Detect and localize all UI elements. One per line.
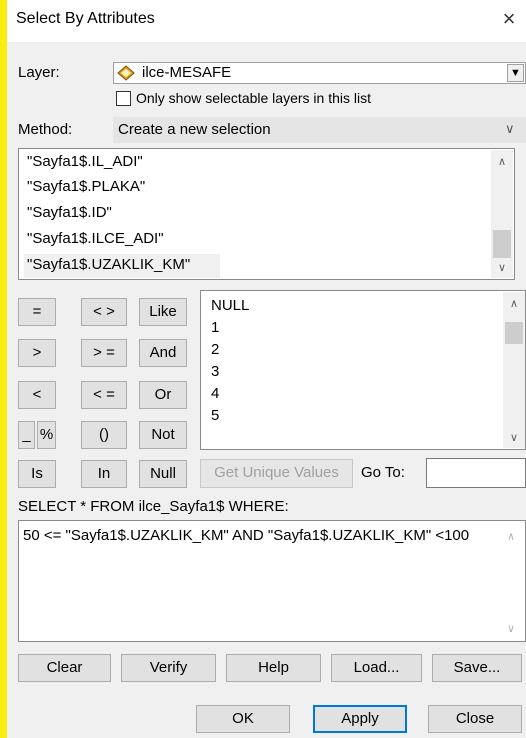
help-button[interactable]: Help [226,654,321,682]
ok-button[interactable]: OK [196,705,290,733]
field-item[interactable]: "Sayfa1$.ID" [27,204,112,221]
values-list-scrollbar[interactable]: ∧ ∨ [503,292,525,448]
field-item[interactable]: "Sayfa1$.IL_ADI" [27,153,143,170]
like-button[interactable]: Like [139,298,187,326]
value-item[interactable]: NULL [211,297,249,314]
value-item[interactable]: 3 [211,363,219,380]
chevron-down-icon[interactable]: ▼ [507,64,524,82]
yellow-side-bar [0,0,7,738]
scroll-down-icon[interactable]: ∨ [503,621,519,637]
not-equal-button[interactable]: < > [81,298,127,326]
percent-button[interactable]: % [37,421,56,449]
scroll-down-icon[interactable]: ∨ [505,430,523,446]
is-button[interactable]: Is [18,460,56,488]
value-item[interactable]: 1 [211,319,219,336]
clear-button[interactable]: Clear [18,654,111,682]
scroll-thumb[interactable] [493,230,511,258]
method-dropdown-value: Create a new selection [118,121,271,138]
parentheses-button[interactable]: () [81,421,127,449]
chevron-down-icon[interactable]: ∨ [505,121,515,137]
field-list[interactable]: "Sayfa1$.IL_ADI" "Sayfa1$.PLAKA" "Sayfa1… [18,148,515,280]
layer-dropdown[interactable]: ilce-MESAFE ▼ [113,62,526,84]
underscore-button[interactable]: _ [18,421,35,449]
field-item-selected[interactable]: "Sayfa1$.UZAKLIK_KM" [27,256,190,273]
goto-input[interactable] [426,458,526,488]
scroll-up-icon[interactable]: ∧ [493,154,511,170]
close-icon[interactable]: × [497,5,521,33]
greater-equal-button[interactable]: > = [81,339,127,367]
method-dropdown[interactable]: Create a new selection ∨ [113,117,526,143]
apply-button[interactable]: Apply [313,705,407,733]
scroll-up-icon[interactable]: ∧ [503,529,519,545]
in-button[interactable]: In [81,460,127,488]
or-button[interactable]: Or [139,381,187,409]
scroll-down-icon[interactable]: ∨ [493,260,511,276]
less-than-button[interactable]: < [18,381,56,409]
goto-label: Go To: [361,464,405,481]
only-selectable-label: Only show selectable layers in this list [136,90,371,106]
less-equal-button[interactable]: < = [81,381,127,409]
layer-dropdown-value: ilce-MESAFE [142,64,232,81]
layer-label: Layer: [18,64,60,81]
greater-than-button[interactable]: > [18,339,56,367]
query-expression-textarea[interactable]: 50 <= "Sayfa1$.UZAKLIK_KM" AND "Sayfa1$.… [18,520,526,642]
method-label: Method: [18,121,73,138]
query-expression-text[interactable]: 50 <= "Sayfa1$.UZAKLIK_KM" AND "Sayfa1$.… [23,527,469,544]
value-item[interactable]: 4 [211,385,219,402]
values-list[interactable]: NULL 1 2 3 4 5 ∧ ∨ [200,290,526,450]
value-item[interactable]: 5 [211,407,219,424]
query-header: SELECT * FROM ilce_Sayfa1$ WHERE: [18,498,289,515]
value-item[interactable]: 2 [211,341,219,358]
save-button[interactable]: Save... [432,654,522,682]
null-button[interactable]: Null [139,460,187,488]
field-item[interactable]: "Sayfa1$.ILCE_ADI" [27,230,164,247]
verify-button[interactable]: Verify [121,654,216,682]
field-item[interactable]: "Sayfa1$.PLAKA" [27,178,145,195]
scroll-up-icon[interactable]: ∧ [505,296,523,312]
scroll-thumb[interactable] [505,322,523,344]
only-selectable-checkbox[interactable] [116,91,131,106]
and-button[interactable]: And [139,339,187,367]
not-button[interactable]: Not [139,421,187,449]
load-button[interactable]: Load... [331,654,422,682]
get-unique-values-button[interactable]: Get Unique Values [200,459,353,488]
field-list-scrollbar[interactable]: ∧ ∨ [491,150,513,278]
equals-button[interactable]: = [18,298,56,326]
dialog-title: Select By Attributes [16,10,155,27]
close-button[interactable]: Close [428,705,522,733]
layer-icon [117,65,135,81]
